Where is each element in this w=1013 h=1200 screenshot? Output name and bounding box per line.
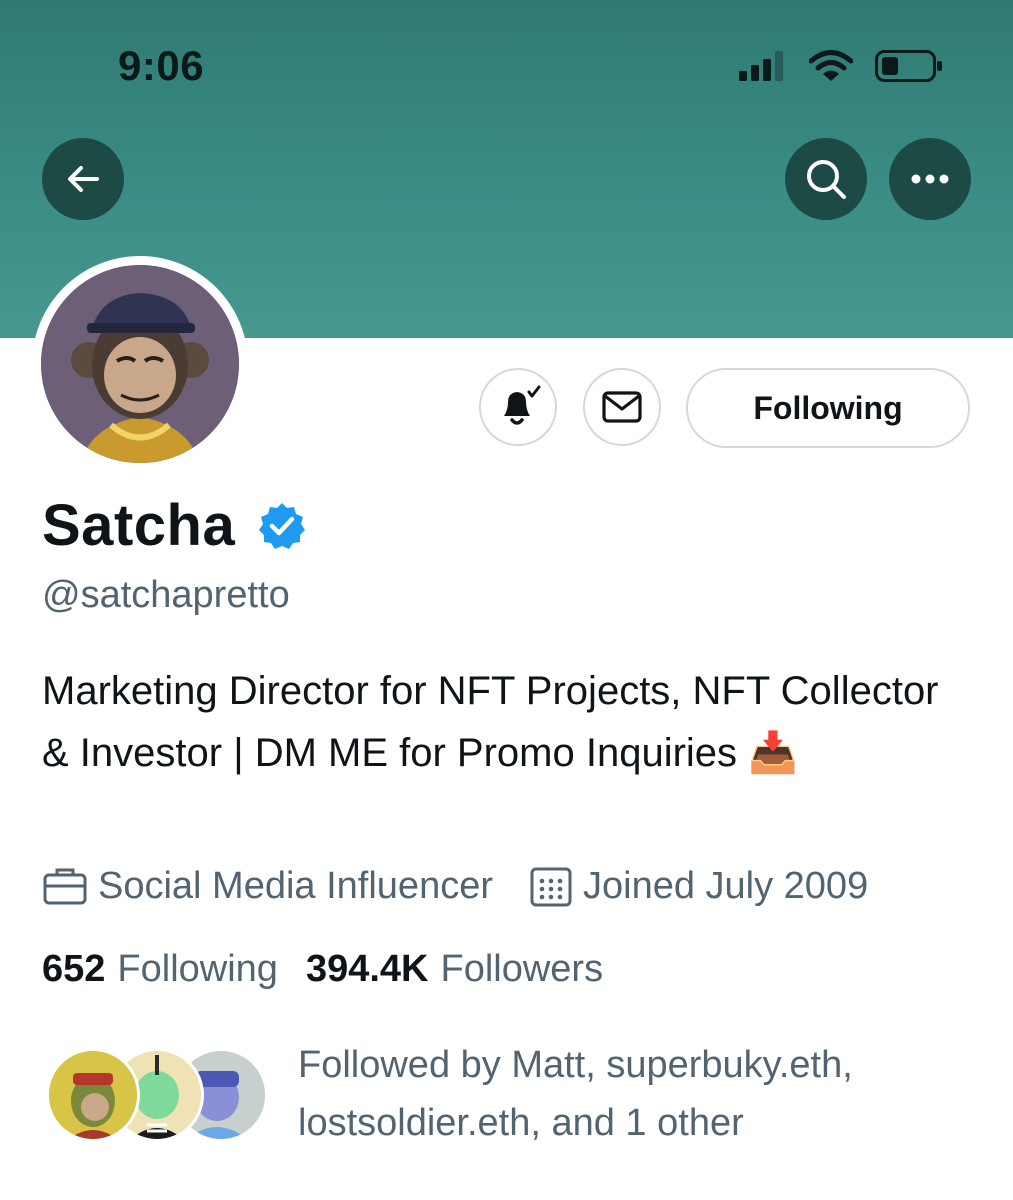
message-button[interactable] (583, 368, 661, 446)
battery-icon (875, 50, 942, 82)
following-button[interactable]: Following (686, 368, 970, 448)
profile-category: Social Media Influencer (42, 865, 493, 908)
status-time: 9:06 (118, 42, 205, 89)
notifications-button[interactable] (479, 368, 557, 446)
signal-icon (739, 51, 783, 81)
display-name: Satcha (42, 493, 236, 558)
followers-stat[interactable]: 394.4K Followers (306, 948, 603, 991)
profile-page: 9:06 Following Satcha @satchapretto Mark… (0, 0, 1013, 1200)
profile-bio: Marketing Director for NFT Projects, NFT… (42, 669, 939, 775)
ape-avatar-image (41, 265, 239, 463)
followers-count: 394.4K (305, 948, 429, 990)
status-icons (739, 50, 943, 82)
bell-check-icon (504, 385, 541, 425)
followed-by-text[interactable]: Followed by Matt, superbuky.eth, lostsol… (298, 1036, 978, 1152)
mutual-avatar-image (49, 1051, 137, 1139)
search-icon (807, 160, 846, 199)
more-button[interactable] (889, 138, 971, 220)
profile-joined: Joined July 2009 (529, 864, 868, 908)
more-dots-icon (911, 174, 949, 184)
arrow-left-icon (68, 166, 99, 192)
verified-badge-icon (259, 502, 306, 549)
following-label: Following (117, 948, 278, 990)
mutual-avatar (46, 1048, 140, 1142)
joined-label: Joined July 2009 (583, 864, 869, 907)
avatar-frame[interactable] (32, 256, 248, 472)
followed-by-avatars[interactable] (46, 1048, 276, 1144)
wifi-icon (809, 50, 853, 81)
followers-label: Followers (440, 948, 604, 990)
envelope-icon (602, 391, 642, 423)
category-label: Social Media Influencer (98, 864, 493, 907)
profile-meta: Social Media Influencer Joined July 2009 (42, 864, 904, 908)
back-button[interactable] (42, 138, 124, 220)
calendar-icon (530, 867, 572, 907)
profile-stats: 652 Following 394.4K Followers (42, 948, 631, 991)
avatar (41, 265, 239, 463)
following-count: 652 (42, 948, 106, 990)
following-stat[interactable]: 652 Following (42, 948, 278, 991)
profile-handle: @satchapretto (42, 574, 290, 616)
search-button[interactable] (785, 138, 867, 220)
name-row: Satcha (42, 492, 307, 559)
briefcase-icon (43, 868, 87, 905)
